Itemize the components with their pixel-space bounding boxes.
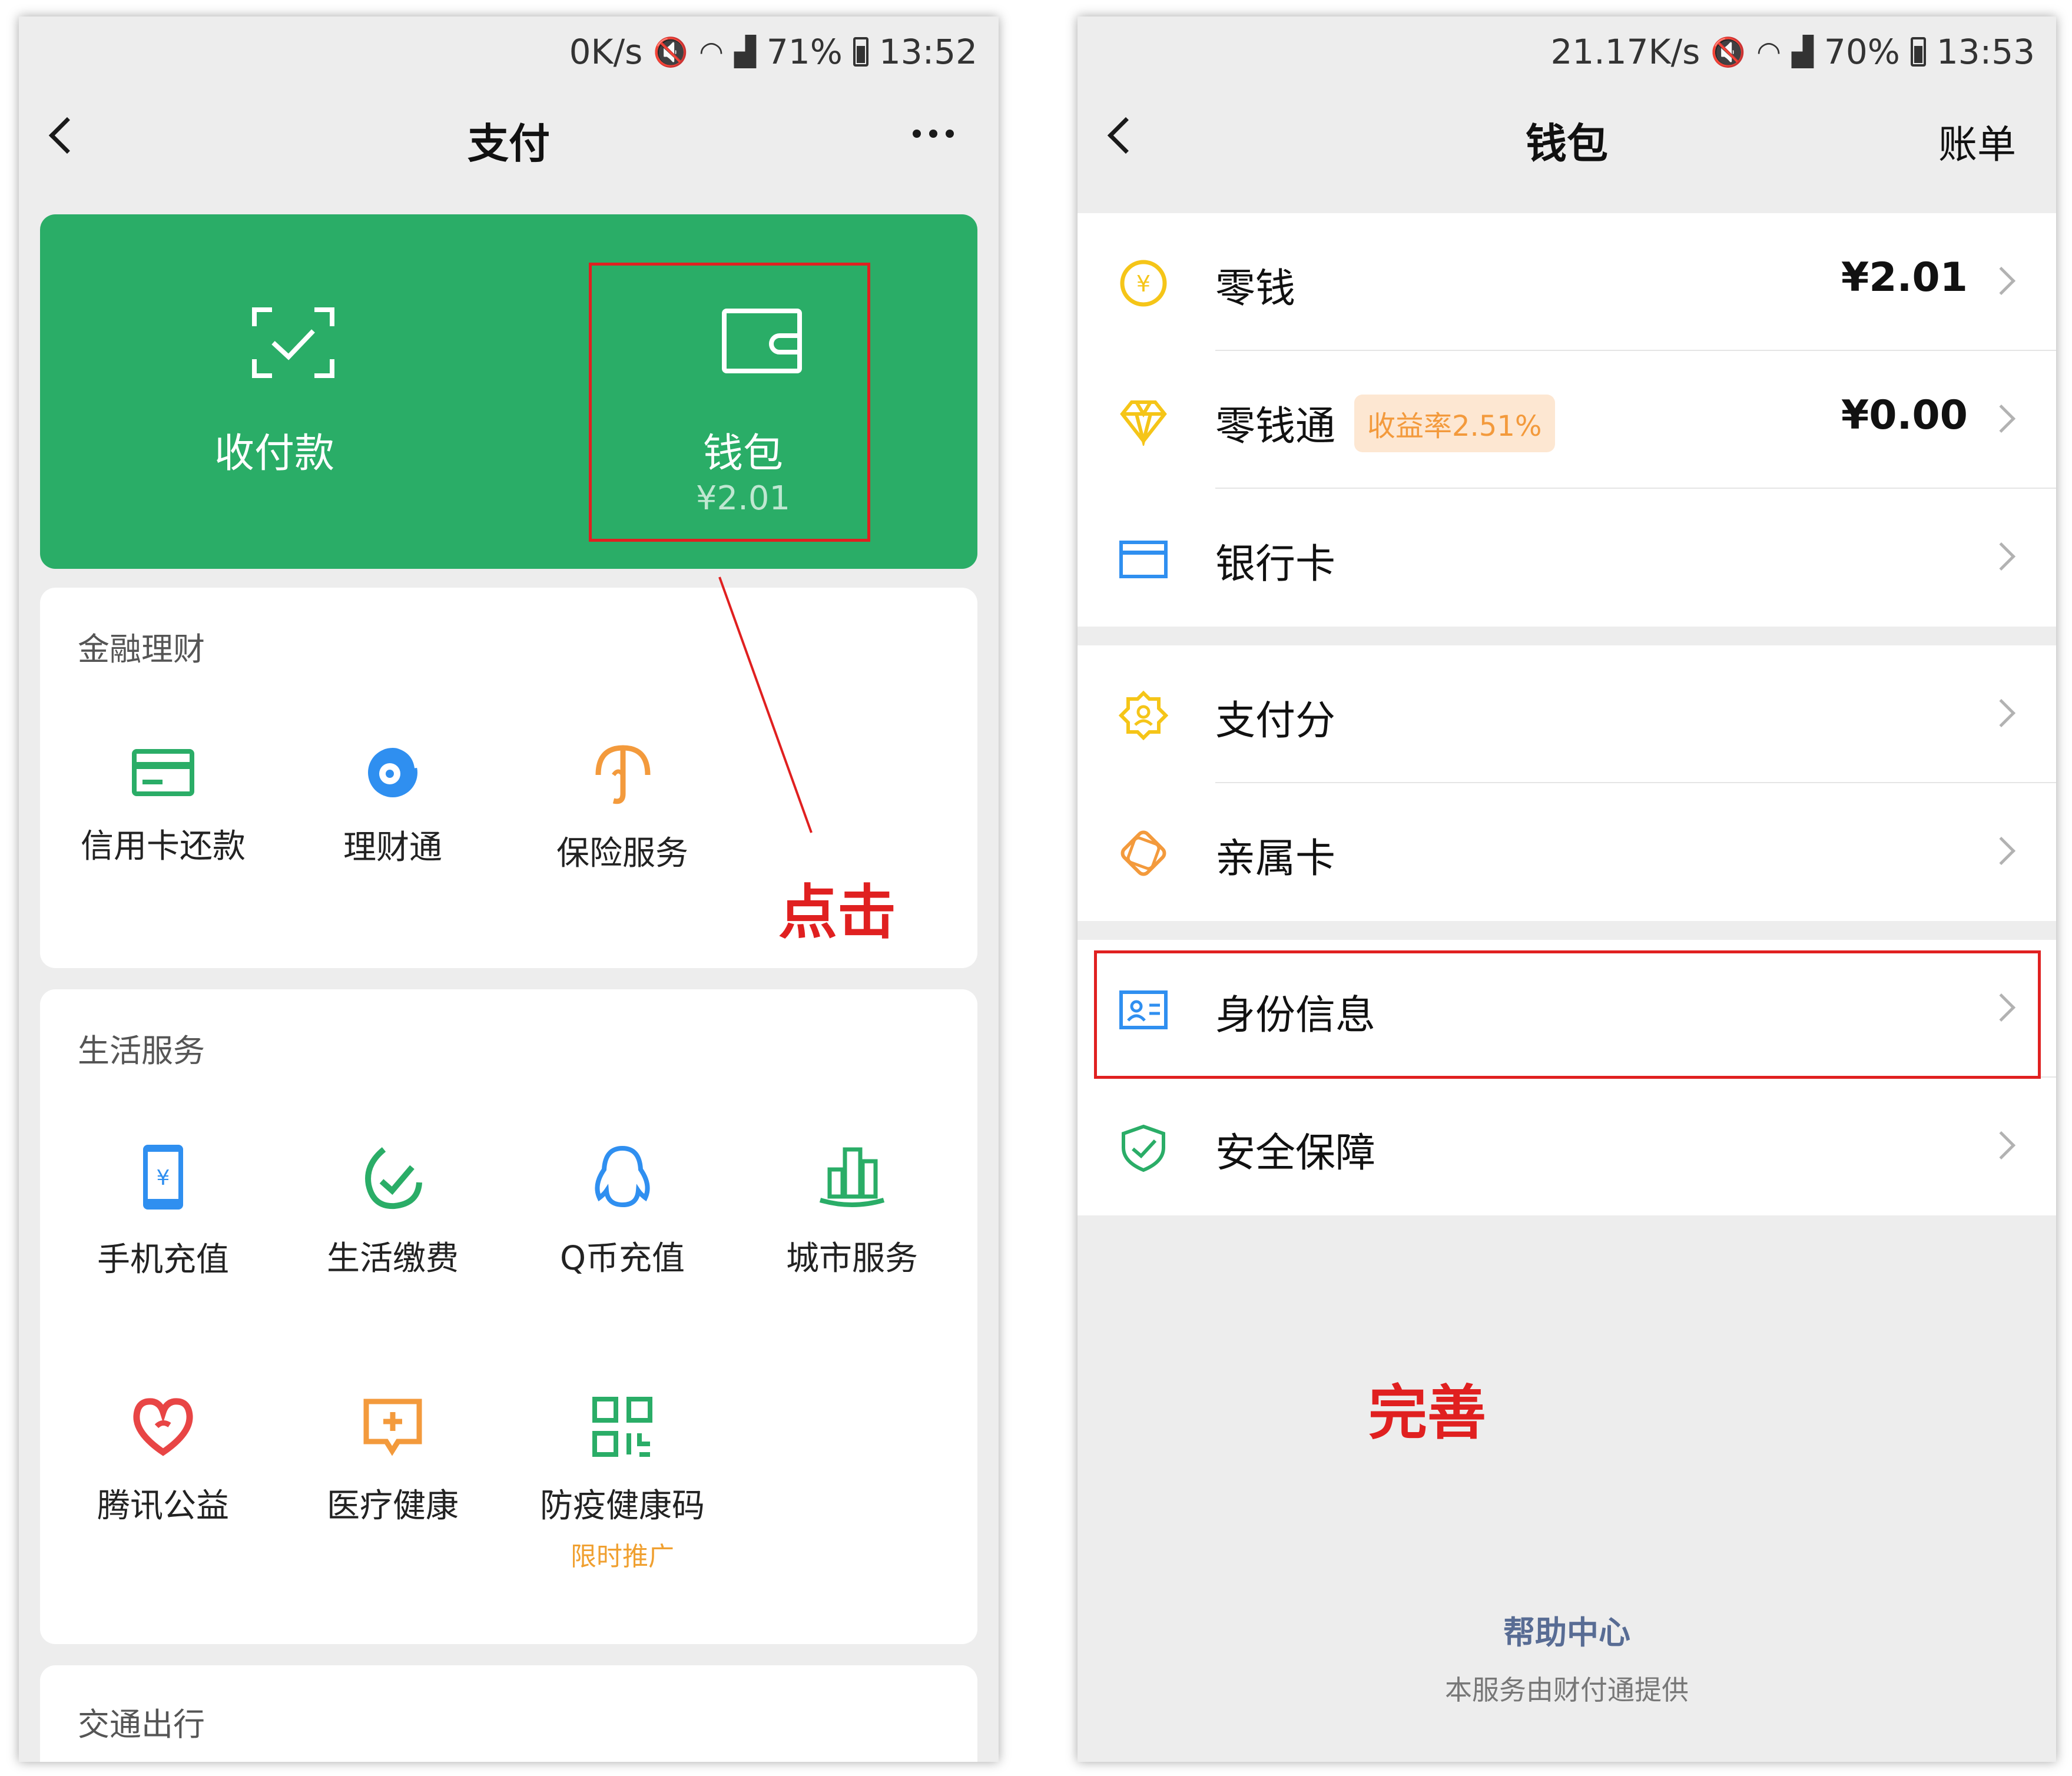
mute-icon: 🔇 xyxy=(1710,35,1746,69)
chevron-right-icon xyxy=(1987,1131,2016,1160)
bank-card-icon xyxy=(1119,541,1168,578)
pay-score-icon xyxy=(1119,691,1168,740)
network-speed: 21.17K/s xyxy=(1550,32,1700,72)
battery-percent: 70% xyxy=(1824,32,1900,72)
row-label: 零钱通 xyxy=(1215,403,1336,450)
svg-text:¥: ¥ xyxy=(1136,271,1151,297)
family-card-icon xyxy=(1120,830,1166,876)
right-phone-screen: 21.17K/s 🔇 ◠ ▟ 70% 13:53 钱包 账单 ¥ 零钱 ¥2.0… xyxy=(1078,16,2056,1762)
row-label: 支付分 xyxy=(1215,698,1336,744)
nav-bar: 钱包 账单 xyxy=(1078,87,2056,217)
left-annotation-line xyxy=(718,576,813,833)
chevron-right-icon xyxy=(1987,836,2016,866)
family-card-row[interactable]: 亲属卡 xyxy=(1078,783,2056,921)
row-label: 银行卡 xyxy=(1215,541,1336,588)
change-balance: ¥2.01 xyxy=(1841,254,1968,301)
chevron-right-icon xyxy=(1987,698,2016,728)
row-label: 零钱 xyxy=(1215,266,1296,312)
yield-badge: 收益率2.51% xyxy=(1354,395,1555,452)
annotation-complete: 完善 xyxy=(1368,1379,1486,1447)
chevron-right-icon xyxy=(1987,404,2016,433)
row-label: 安全保障 xyxy=(1215,1130,1376,1177)
wifi-icon: ◠ xyxy=(1756,35,1781,68)
service-provider-note: 本服务由财付通提供 xyxy=(1445,1674,1689,1706)
clock: 13:53 xyxy=(1936,32,2035,72)
chevron-right-icon xyxy=(1987,266,2016,296)
change-row[interactable]: ¥ 零钱 ¥2.01 xyxy=(1078,213,2056,351)
pay-score-row[interactable]: 支付分 xyxy=(1078,645,2056,783)
chevron-right-icon xyxy=(1987,542,2016,571)
signal-icon: ▟ xyxy=(1792,35,1814,68)
balance-group: ¥ 零钱 ¥2.01 零钱通 收益率2.51% ¥0.00 银行卡 xyxy=(1078,213,2056,627)
coin-icon: ¥ xyxy=(1120,260,1167,307)
diamond-icon xyxy=(1120,400,1167,446)
identity-highlight-box xyxy=(1094,950,2041,1079)
credit-group: 支付分 亲属卡 xyxy=(1078,645,2056,921)
battery-icon xyxy=(1910,37,1926,67)
lqt-balance: ¥0.00 xyxy=(1841,392,1968,439)
status-bar: 21.17K/s 🔇 ◠ ▟ 70% 13:53 xyxy=(1078,16,2056,87)
page-title: 钱包 xyxy=(1526,120,1608,168)
shield-icon xyxy=(1122,1124,1165,1172)
annotation-click: 点击 xyxy=(778,878,896,947)
security-row[interactable]: 安全保障 xyxy=(1078,1078,2056,1215)
bill-button[interactable]: 账单 xyxy=(1938,113,2016,170)
row-label: 亲属卡 xyxy=(1215,836,1336,882)
lqt-row[interactable]: 零钱通 收益率2.51% ¥0.00 xyxy=(1078,351,2056,489)
bank-card-row[interactable]: 银行卡 xyxy=(1078,489,2056,627)
help-center-link[interactable]: 帮助中心 xyxy=(1078,1606,2056,1653)
